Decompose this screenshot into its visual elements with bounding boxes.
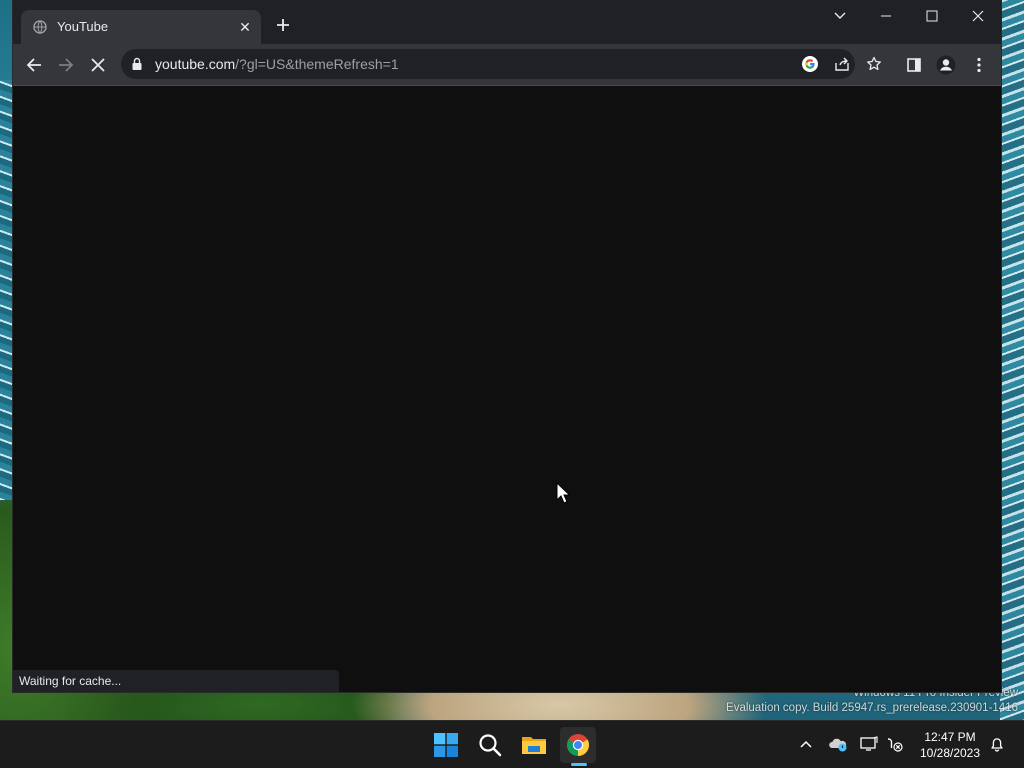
taskbar-search-button[interactable]	[472, 727, 508, 763]
forward-button[interactable]	[53, 52, 79, 78]
profile-button[interactable]	[933, 52, 959, 78]
tab-title: YouTube	[57, 19, 109, 34]
bookmark-star-icon	[867, 56, 881, 71]
clock-date: 10/28/2023	[919, 746, 981, 760]
tab-search-icon[interactable]	[827, 4, 853, 28]
bell-icon	[991, 738, 1003, 752]
mouse-cursor-icon	[556, 482, 570, 504]
display-tray-button[interactable]	[858, 733, 880, 755]
clock-time: 12:47 PM	[924, 730, 976, 744]
file-explorer-button[interactable]	[516, 727, 552, 763]
show-hidden-icons-button[interactable]	[795, 733, 817, 755]
minimize-button[interactable]	[863, 0, 909, 32]
plus-icon	[277, 19, 289, 31]
browser-window: YouTube ✕ youtube.com/?gl=US&themeRefres…	[13, 0, 1001, 692]
side-panel-button[interactable]	[901, 52, 927, 78]
maximize-icon	[926, 10, 938, 22]
back-arrow-icon	[26, 58, 41, 72]
url-path: /?gl=US&themeRefresh=1	[235, 56, 399, 72]
menu-icon	[977, 57, 981, 73]
wallpaper-surf-left	[0, 80, 14, 500]
taskbar: 12:47 PM 10/28/2023	[0, 720, 1024, 768]
wallpaper-surf	[1000, 0, 1024, 720]
close-icon[interactable]: ✕	[235, 17, 255, 37]
share-button[interactable]	[831, 53, 853, 75]
bookmark-button[interactable]	[863, 53, 885, 75]
address-bar[interactable]: youtube.com/?gl=US&themeRefresh=1	[121, 49, 881, 79]
stop-loading-icon	[91, 58, 105, 72]
chrome-icon	[567, 734, 589, 756]
address-url[interactable]: youtube.com/?gl=US&themeRefresh=1	[155, 56, 399, 72]
notifications-button[interactable]	[986, 733, 1008, 755]
browser-toolbar: youtube.com/?gl=US&themeRefresh=1	[13, 44, 1001, 86]
google-lens-button[interactable]	[799, 53, 821, 75]
close-icon	[972, 10, 984, 22]
lock-icon[interactable]	[131, 57, 143, 71]
search-icon	[479, 734, 502, 757]
chrome-menu-button[interactable]	[966, 52, 992, 78]
clock[interactable]: 12:47 PM 10/28/2023	[914, 729, 986, 761]
active-app-indicator	[571, 763, 587, 766]
close-window-button[interactable]	[955, 0, 1001, 32]
url-domain: youtube.com	[155, 56, 236, 72]
new-tab-button[interactable]	[271, 14, 295, 38]
file-explorer-icon	[522, 737, 546, 754]
browser-titlebar[interactable]: YouTube ✕	[13, 0, 1001, 44]
network-tray-button[interactable]	[884, 733, 906, 755]
google-lens-icon	[802, 56, 818, 72]
status-bubble: Waiting for cache...	[13, 670, 339, 692]
share-icon	[835, 57, 849, 71]
maximize-button[interactable]	[909, 0, 955, 32]
chrome-taskbar-button[interactable]	[560, 727, 596, 763]
profile-icon	[936, 55, 956, 75]
start-button[interactable]	[428, 727, 464, 763]
globe-icon	[33, 20, 47, 34]
side-panel-icon	[907, 58, 921, 72]
onedrive-tray-button[interactable]	[827, 733, 849, 755]
onedrive-icon	[829, 738, 847, 752]
stop-loading-button[interactable]	[85, 52, 111, 78]
forward-arrow-icon	[59, 58, 74, 72]
display-icon	[860, 736, 878, 751]
page-content[interactable]	[13, 86, 1001, 692]
back-button[interactable]	[21, 52, 47, 78]
start-icon	[434, 733, 458, 757]
tab-youtube[interactable]: YouTube ✕	[21, 10, 261, 44]
chevron-up-icon	[800, 740, 812, 748]
network-off-icon	[887, 738, 903, 752]
minimize-icon	[881, 15, 891, 17]
watermark-line-2: Evaluation copy. Build 25947.rs_prerelea…	[726, 702, 1018, 714]
